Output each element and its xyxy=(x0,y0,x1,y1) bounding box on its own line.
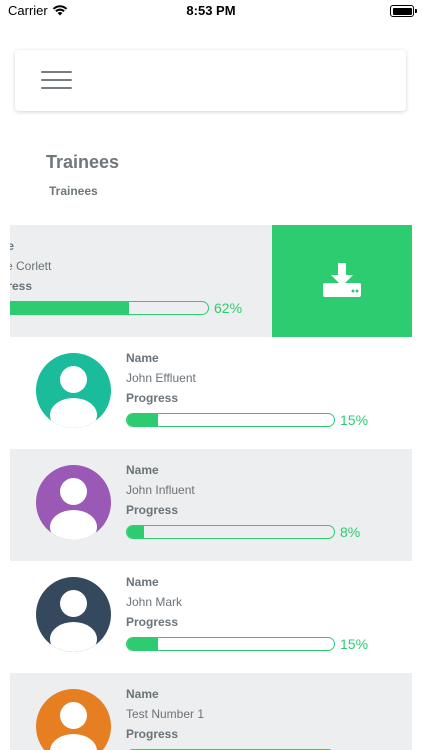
trainee-name: Test Number 1 xyxy=(126,707,205,721)
page-subtitle: Trainees xyxy=(49,184,98,198)
trainee-name: John Mark xyxy=(126,595,183,609)
download-icon xyxy=(323,263,361,297)
battery-icon xyxy=(390,5,417,17)
trainee-info: Name John Effluent Progress 15% xyxy=(126,351,386,429)
name-label: Name xyxy=(126,351,159,365)
avatar xyxy=(36,353,111,428)
app-header xyxy=(15,50,406,111)
trainee-row[interactable]: Name John Mark Progress 15% xyxy=(10,561,412,673)
name-label: ne xyxy=(10,239,15,253)
trainee-name: John Influent xyxy=(126,483,195,497)
progress-label: gress xyxy=(10,279,33,293)
hamburger-menu-icon[interactable] xyxy=(41,71,72,91)
trainee-info: Name John Influent Progress 8% xyxy=(126,463,386,541)
trainee-info: Name Test Number 1 Progress 2% xyxy=(126,687,386,750)
progress-percent: 8% xyxy=(340,524,361,540)
trainee-name: John Effluent xyxy=(126,371,196,385)
progress-label: Progress xyxy=(126,391,179,405)
trainee-row-swiped[interactable]: ne ce Corlett gress 62% xyxy=(10,225,412,337)
trainee-name: ce Corlett xyxy=(10,259,52,273)
clock: 8:53 PM xyxy=(186,3,236,18)
name-label: Name xyxy=(126,575,159,589)
trainee-row[interactable]: Name Test Number 1 Progress 2% xyxy=(10,673,412,750)
progress-label: Progress xyxy=(126,503,179,517)
name-label: Name xyxy=(126,463,159,477)
avatar xyxy=(36,689,111,750)
trainee-info: ne ce Corlett gress 62% xyxy=(10,239,260,317)
status-bar: Carrier 8:53 PM xyxy=(0,0,422,24)
progress-label: Progress xyxy=(126,727,179,741)
progress-percent: 62% xyxy=(214,300,243,316)
progress-percent: 15% xyxy=(340,412,369,428)
download-button[interactable] xyxy=(272,225,412,337)
trainee-info: Name John Mark Progress 15% xyxy=(126,575,386,653)
progress-percent: 15% xyxy=(340,636,369,652)
name-label: Name xyxy=(126,687,159,701)
trainee-row[interactable]: Name John Influent Progress 8% xyxy=(10,449,412,561)
trainee-row[interactable]: Name John Effluent Progress 15% xyxy=(10,337,412,449)
progress-bar xyxy=(126,413,335,427)
progress-bar xyxy=(126,525,335,539)
progress-label: Progress xyxy=(126,615,179,629)
progress-bar xyxy=(126,637,335,651)
avatar xyxy=(36,465,111,540)
progress-bar xyxy=(10,301,209,315)
page-title: Trainees xyxy=(46,152,120,172)
avatar xyxy=(36,577,111,652)
